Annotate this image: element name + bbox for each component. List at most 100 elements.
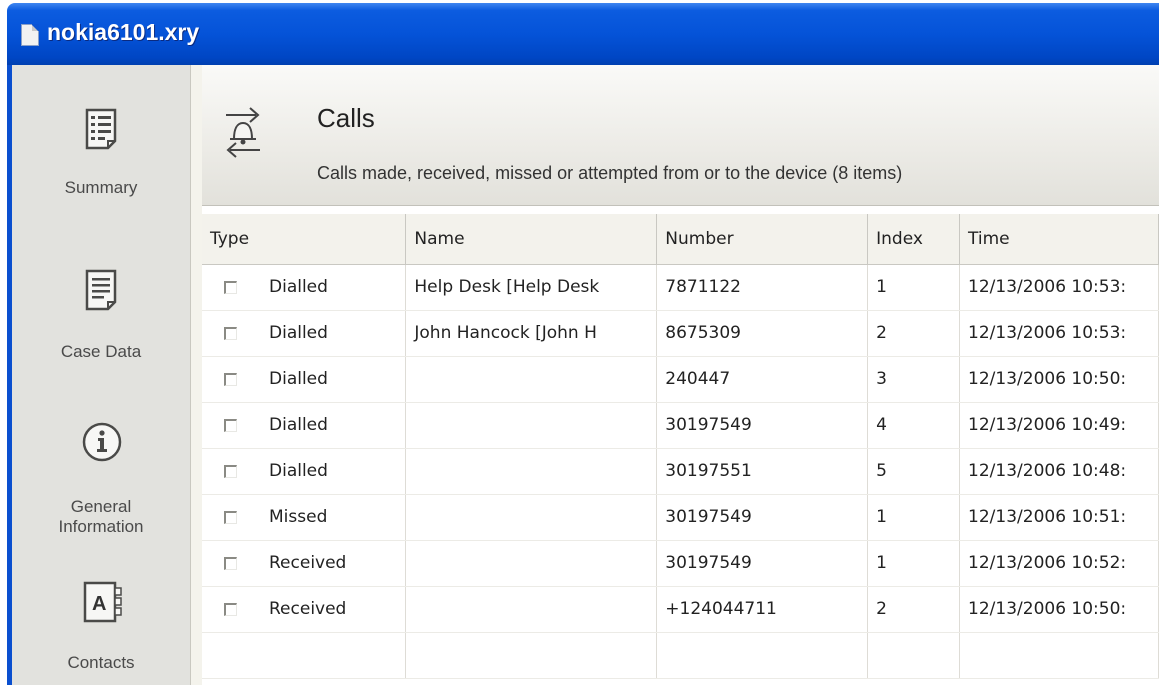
time-cell: 12/13/2006 10:51:	[959, 494, 1159, 541]
type-cell: Dialled	[202, 448, 407, 495]
call-type: Dialled	[269, 369, 328, 389]
call-type: Dialled	[269, 415, 328, 435]
index-cell: 1	[867, 540, 961, 587]
name-cell	[405, 586, 658, 633]
calls-table: Type Name Number Index Time Dialled Help…	[202, 214, 1159, 679]
row-checkbox[interactable]	[224, 280, 237, 294]
main-content: Calls Calls made, received, missed or at…	[202, 65, 1159, 685]
sidebar-item-label-line2: Information	[58, 517, 144, 536]
document-icon	[85, 269, 117, 311]
index-cell: 2	[867, 310, 961, 357]
type-cell: Received	[202, 586, 407, 633]
time-cell: 12/13/2006 10:53:	[959, 310, 1159, 357]
sidebar-item-summary[interactable]: Summary	[12, 107, 190, 217]
type-cell: Received	[202, 540, 407, 587]
page-subtitle: Calls made, received, missed or attempte…	[317, 163, 903, 183]
table-header-row: Type Name Number Index Time	[202, 214, 1159, 265]
time-cell: 12/13/2006 10:48:	[959, 448, 1159, 495]
sidebar-splitter[interactable]	[190, 65, 202, 685]
empty-cell	[405, 632, 658, 679]
sidebar: Summary Case Data General Information A …	[12, 65, 190, 685]
index-cell: 2	[867, 586, 961, 633]
index-cell: 1	[867, 494, 961, 541]
sidebar-item-general-information[interactable]: General Information	[12, 421, 190, 551]
row-checkbox[interactable]	[224, 464, 237, 478]
empty-cell	[656, 632, 869, 679]
calls-bell-arrows-icon	[226, 107, 260, 158]
table-row[interactable]: Missed 30197549 1 12/13/2006 10:51:	[202, 494, 1159, 541]
number-cell: 30197549	[656, 540, 869, 587]
number-cell: 30197549	[656, 494, 869, 541]
summary-list-icon	[85, 108, 117, 150]
name-cell	[405, 448, 658, 495]
number-cell: 7871122	[656, 264, 869, 311]
name-cell: John Hancock [John H	[405, 310, 658, 357]
empty-cell	[202, 632, 407, 679]
index-cell: 3	[867, 356, 961, 403]
time-cell: 12/13/2006 10:50:	[959, 586, 1159, 633]
column-header-index[interactable]: Index	[867, 214, 961, 265]
number-cell: 30197551	[656, 448, 869, 495]
table-row[interactable]: Received 30197549 1 12/13/2006 10:52:	[202, 540, 1159, 587]
section-header: Calls Calls made, received, missed or at…	[202, 65, 1159, 206]
app-window: nokia6101.xry Summary Case Data General …	[7, 3, 1159, 685]
call-type: Missed	[269, 507, 328, 527]
info-icon	[82, 422, 122, 462]
column-header-type[interactable]: Type	[202, 214, 407, 265]
table-row[interactable]: Received +124044711 2 12/13/2006 10:50:	[202, 586, 1159, 633]
table-row[interactable]: Dialled 240447 3 12/13/2006 10:50:	[202, 356, 1159, 403]
sidebar-item-label-line1: General	[70, 497, 132, 516]
index-cell: 5	[867, 448, 961, 495]
call-type: Received	[269, 599, 347, 619]
number-cell: 240447	[656, 356, 869, 403]
file-icon	[21, 24, 39, 46]
time-cell: 12/13/2006 10:49:	[959, 402, 1159, 449]
row-checkbox[interactable]	[224, 510, 237, 524]
type-cell: Dialled	[202, 264, 407, 311]
row-checkbox[interactable]	[224, 602, 237, 616]
number-cell: 8675309	[656, 310, 869, 357]
call-type: Dialled	[269, 461, 328, 481]
name-cell	[405, 494, 658, 541]
number-cell: 30197549	[656, 402, 869, 449]
svg-text:A: A	[92, 593, 106, 615]
time-cell: 12/13/2006 10:53:	[959, 264, 1159, 311]
sidebar-item-label: Case Data	[60, 342, 142, 361]
index-cell: 1	[867, 264, 961, 311]
column-header-name[interactable]: Name	[405, 214, 658, 265]
sidebar-item-case-data[interactable]: Case Data	[12, 268, 190, 368]
empty-cell	[959, 632, 1159, 679]
name-cell: Help Desk [Help Desk	[405, 264, 658, 311]
name-cell	[405, 540, 658, 587]
call-type: Dialled	[269, 277, 328, 297]
name-cell	[405, 402, 658, 449]
address-book-icon: A	[83, 581, 122, 623]
type-cell: Dialled	[202, 356, 407, 403]
table-row[interactable]: Dialled 30197551 5 12/13/2006 10:48:	[202, 448, 1159, 495]
type-cell: Missed	[202, 494, 407, 541]
table-row[interactable]: Dialled John Hancock [John H 8675309 2 1…	[202, 310, 1159, 357]
row-checkbox[interactable]	[224, 372, 237, 386]
type-cell: Dialled	[202, 310, 407, 357]
index-cell: 4	[867, 402, 961, 449]
sidebar-item-contacts[interactable]: A Contacts	[12, 580, 190, 685]
name-cell	[405, 356, 658, 403]
time-cell: 12/13/2006 10:50:	[959, 356, 1159, 403]
column-header-time[interactable]: Time	[959, 214, 1159, 265]
empty-row	[202, 632, 1159, 679]
sidebar-item-label: Summary	[64, 178, 138, 197]
row-checkbox[interactable]	[224, 326, 237, 340]
table-row[interactable]: Dialled 30197549 4 12/13/2006 10:49:	[202, 402, 1159, 449]
table-row[interactable]: Dialled Help Desk [Help Desk 7871122 1 1…	[202, 264, 1159, 311]
row-checkbox[interactable]	[224, 418, 237, 432]
number-cell: +124044711	[656, 586, 869, 633]
call-type: Dialled	[269, 323, 328, 343]
empty-cell	[867, 632, 961, 679]
column-header-number[interactable]: Number	[656, 214, 869, 265]
call-type: Received	[269, 553, 347, 573]
sidebar-item-label: Contacts	[67, 653, 135, 672]
row-checkbox[interactable]	[224, 556, 237, 570]
type-cell: Dialled	[202, 402, 407, 449]
time-cell: 12/13/2006 10:52:	[959, 540, 1159, 587]
title-bar[interactable]: nokia6101.xry	[7, 3, 1159, 65]
